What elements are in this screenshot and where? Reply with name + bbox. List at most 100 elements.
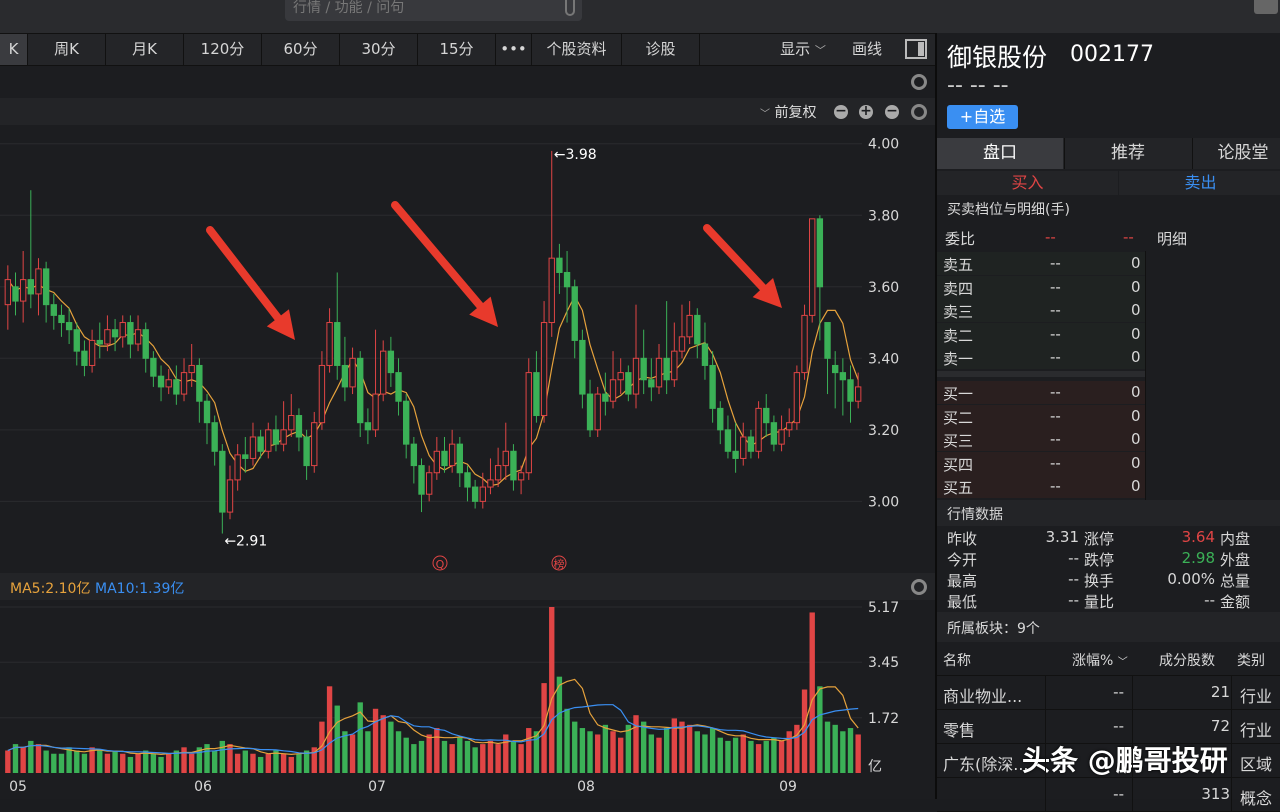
ratio-value-b: -- <box>1123 228 1134 246</box>
buy-level-row: 买五 -- 0 <box>937 475 1145 498</box>
search-input[interactable]: 行情 / 功能 / 问句 <box>285 0 582 21</box>
col-count[interactable]: 成分股数 <box>1159 650 1215 670</box>
candle-body <box>410 443 418 467</box>
candle-body <box>625 372 632 395</box>
sector-row[interactable]: 广东(除深... 区域 <box>937 744 1280 778</box>
candle-body <box>701 343 709 366</box>
trade-buttons: 买入 卖出 <box>937 171 1280 195</box>
sell-level-volume: 0 <box>1131 348 1141 366</box>
volume-bar <box>257 756 264 773</box>
quote-label: 最高 <box>947 572 978 590</box>
candle-body <box>533 372 540 417</box>
zoom-in-icon[interactable]: + <box>859 104 873 119</box>
zoom-out-icon[interactable]: − <box>834 104 848 119</box>
volume-bar <box>763 740 769 773</box>
candle-body <box>265 429 272 452</box>
volume-bar <box>549 607 555 773</box>
volume-bar <box>43 750 49 773</box>
buy-button[interactable]: 买入 <box>937 171 1118 195</box>
candle-body <box>709 364 716 409</box>
sector-count: 21 <box>1210 683 1230 701</box>
sell-level-label: 卖三 <box>943 303 974 321</box>
event-marker-label: 榜 <box>554 557 565 571</box>
month-label: 08 <box>577 779 595 795</box>
event-marker-label: Q <box>436 558 445 571</box>
sector-change: -- <box>1113 785 1124 803</box>
divider <box>1231 676 1232 709</box>
tab-diagnosis[interactable]: 诊股 <box>622 34 700 65</box>
tab-stock-profile[interactable]: 个股资料 <box>532 34 622 65</box>
annotation-arrow-icon <box>391 201 498 327</box>
volume-bar <box>618 737 624 773</box>
col-type[interactable]: 类别 <box>1237 650 1265 670</box>
candle-body <box>96 339 103 345</box>
tab-15min[interactable]: 15分 <box>418 34 496 65</box>
shirt-icon[interactable] <box>1254 0 1278 14</box>
sell-level-price: -- <box>1050 254 1061 272</box>
buy-level-row: 买二 -- 0 <box>937 404 1145 428</box>
volume-ma10-label: MA10:1.39亿 <box>95 581 185 597</box>
right-panel: 御银股份 002177 -- -- -- +自选 盘口 推荐 论股堂 买入 卖出… <box>935 33 1280 812</box>
sector-type: 行业 <box>1240 721 1273 740</box>
tab-120min[interactable]: 120分 <box>184 34 262 65</box>
detail-label: 明细 <box>1157 230 1188 248</box>
divider <box>1045 676 1046 709</box>
sell-button[interactable]: 卖出 <box>1119 171 1280 195</box>
buy-level-volume: 0 <box>1131 406 1141 425</box>
minimize-icon[interactable]: − <box>885 104 899 119</box>
volume-bar <box>832 724 838 773</box>
tab-forum[interactable]: 论股堂 <box>1192 138 1280 169</box>
candle-body <box>517 472 525 481</box>
candle-body <box>65 322 73 331</box>
sell-level-label: 卖二 <box>943 326 974 345</box>
volume-legend-bar: MA5:2.10亿 MA10:1.39亿 <box>0 573 935 600</box>
candle-body <box>403 400 410 445</box>
sector-row[interactable]: 零售 -- 72 行业 <box>937 710 1280 744</box>
quote-label: 内盘 <box>1220 530 1251 548</box>
candle-body <box>142 329 149 359</box>
gear-icon[interactable] <box>911 579 927 595</box>
sector-type: 行业 <box>1240 687 1273 706</box>
quote-row: 今开 -- 跌停 2.98 外盘 <box>937 548 1280 569</box>
tab-week-k[interactable]: 周K <box>28 34 106 65</box>
quote-label: 换手 <box>1084 572 1115 590</box>
candle-body <box>196 364 203 402</box>
candle-body <box>755 407 762 452</box>
volume-bar <box>58 753 65 773</box>
draw-line-button[interactable]: 画线 <box>840 34 894 65</box>
gear-icon[interactable] <box>911 104 927 120</box>
col-change[interactable]: 涨幅% ﹀ <box>1072 650 1128 670</box>
volume-bar <box>365 731 371 773</box>
gear-icon[interactable] <box>911 74 927 90</box>
sector-row[interactable]: -- 313 概念 <box>937 778 1280 812</box>
tab-day-k[interactable]: K <box>0 34 28 65</box>
display-dropdown[interactable]: 显示 ﹀ <box>768 34 838 65</box>
candle-body <box>341 364 349 388</box>
panel-toggle-icon[interactable] <box>905 39 927 59</box>
quote-label: 今开 <box>947 551 978 569</box>
microphone-icon[interactable] <box>565 0 575 16</box>
tab-orderbook[interactable]: 盘口 <box>937 138 1063 169</box>
more-tabs-button[interactable]: ••• <box>496 34 532 65</box>
volume-bar <box>702 734 708 773</box>
volume-bar <box>242 750 248 773</box>
tab-month-k[interactable]: 月K <box>106 34 184 65</box>
sector-row[interactable]: 商业物业... -- 21 行业 <box>937 676 1280 710</box>
candle-body <box>694 314 701 345</box>
add-watchlist-button[interactable]: +自选 <box>947 105 1018 129</box>
adjust-dropdown[interactable]: ﹀ 前复权 <box>760 102 816 122</box>
candle-body <box>326 322 333 366</box>
volume-bar <box>671 718 677 773</box>
volume-bar <box>817 686 823 773</box>
volume-bar <box>579 728 586 773</box>
volume-bar <box>81 753 88 773</box>
buy-level-row: 买三 -- 0 <box>937 428 1145 451</box>
col-name[interactable]: 名称 <box>943 650 971 670</box>
volume-bar <box>457 737 463 773</box>
candlestick-chart[interactable]: 4.00 3.80 3.60 3.40 3.20 3.00 ←3.98 ←2.91 Q 榜 5.… <box>0 125 935 799</box>
tab-recommend[interactable]: 推荐 <box>1064 138 1191 169</box>
volume-bar <box>372 708 379 773</box>
tab-60min[interactable]: 60分 <box>262 34 340 65</box>
stock-price: -- -- -- <box>947 73 1009 98</box>
tab-30min[interactable]: 30分 <box>340 34 418 65</box>
